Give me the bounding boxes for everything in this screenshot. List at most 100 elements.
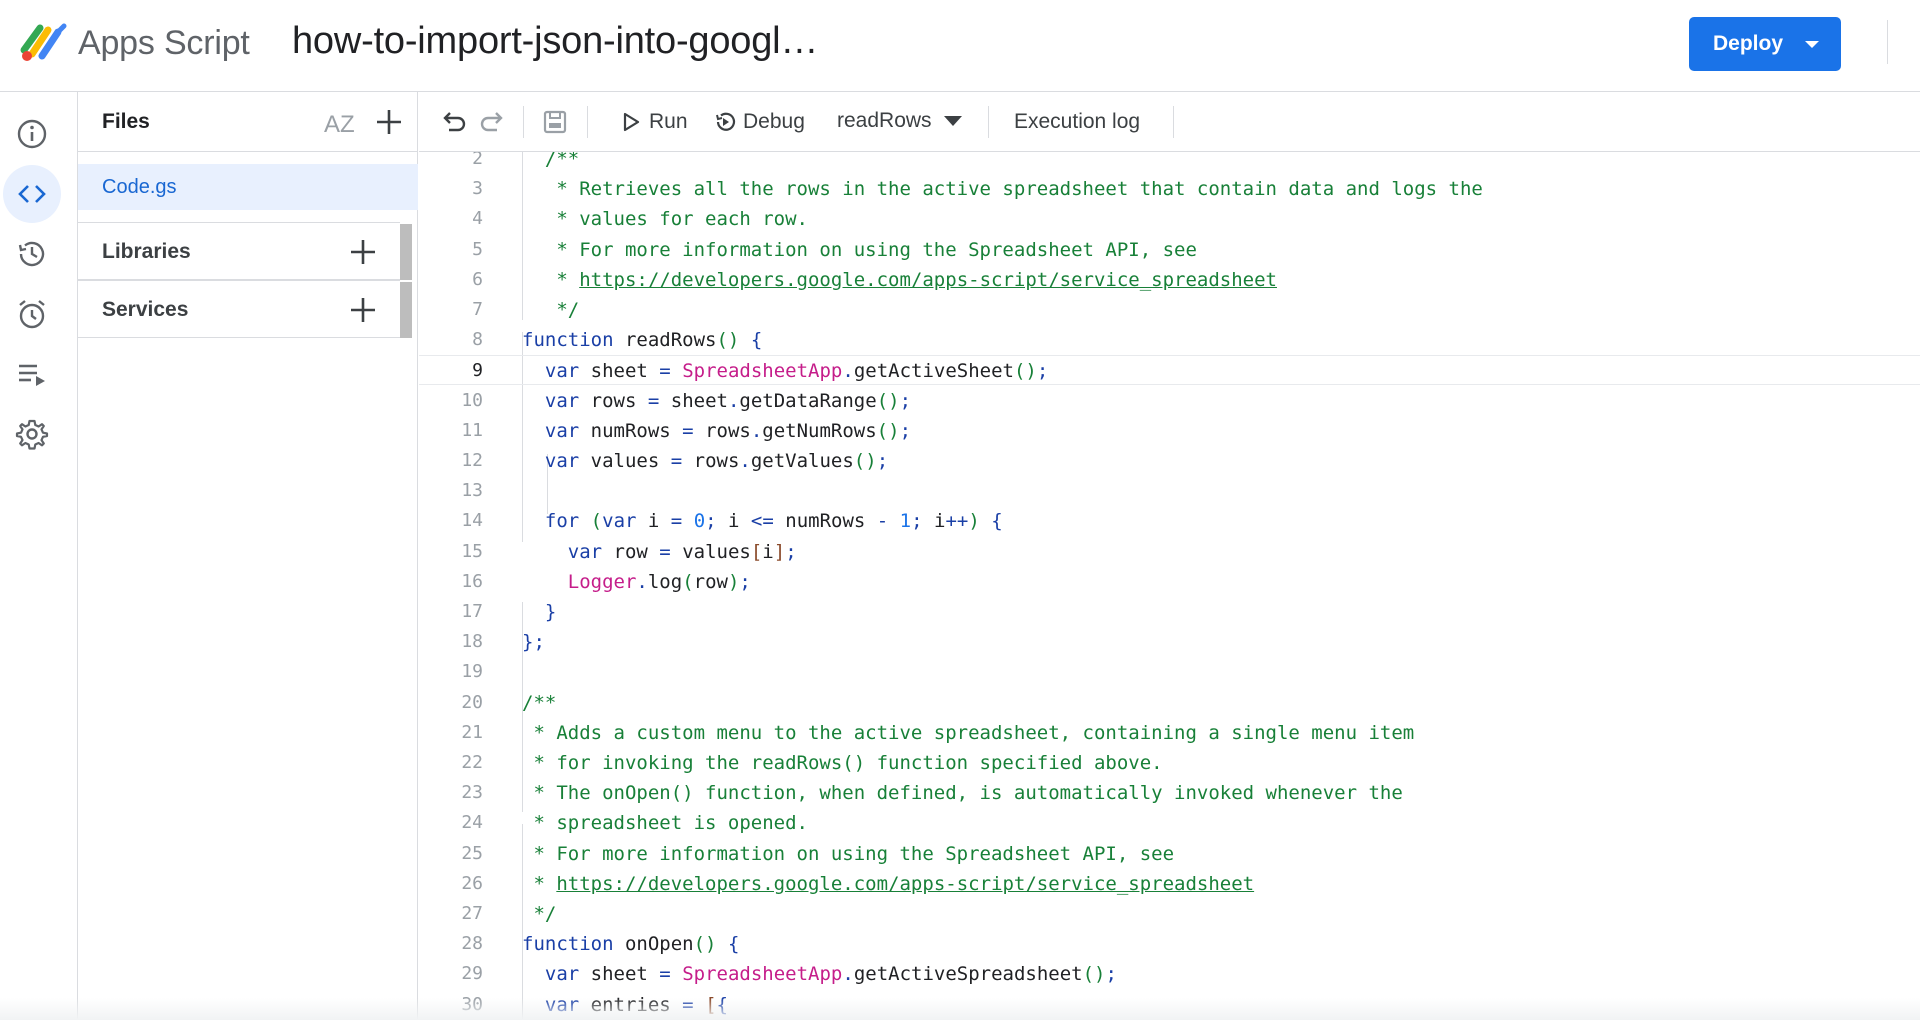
code-line[interactable]: 13 — [419, 476, 1920, 506]
code-line[interactable]: 8function readRows() { — [419, 325, 1920, 355]
code-line[interactable]: 20 /** — [419, 688, 1920, 718]
run-button[interactable]: Run — [619, 106, 688, 138]
code-line[interactable]: 15 var row = values[i]; — [419, 537, 1920, 567]
toolbar-divider — [523, 106, 524, 138]
code-line[interactable]: 28function onOpen() { — [419, 929, 1920, 959]
code-line[interactable]: 23 * The onOpen() function, when defined… — [419, 778, 1920, 808]
code-line[interactable]: 9 var sheet = SpreadsheetApp.getActiveSh… — [419, 355, 1920, 385]
add-library-icon[interactable] — [348, 237, 378, 267]
code-line[interactable]: 27 */ — [419, 899, 1920, 929]
line-number: 10 — [419, 386, 483, 416]
line-number: 9 — [419, 356, 483, 386]
line-number: 19 — [419, 657, 483, 687]
add-file-icon[interactable] — [374, 107, 404, 137]
code-line[interactable]: 18}; — [419, 627, 1920, 657]
app-name[interactable]: Apps Script — [78, 24, 250, 63]
add-service-icon[interactable] — [348, 295, 378, 325]
deploy-button[interactable]: Deploy — [1689, 17, 1841, 71]
rail-item-triggers[interactable] — [3, 285, 61, 343]
rail-item-editor[interactable] — [3, 165, 61, 223]
line-code: * for invoking the readRows() function s… — [522, 748, 1163, 778]
files-title: Files — [102, 110, 150, 134]
files-panel: Files AZ Code.gs Libraries Services — [78, 92, 418, 1020]
code-line[interactable]: 3 * Retrieves all the rows in the active… — [419, 174, 1920, 204]
function-select[interactable]: readRows — [837, 109, 962, 133]
code-line[interactable]: 7 */ — [419, 295, 1920, 325]
rail-item-overview[interactable] — [3, 105, 61, 163]
code-line[interactable]: 22 * for invoking the readRows() functio… — [419, 748, 1920, 778]
apps-script-logo[interactable] — [18, 20, 70, 64]
libraries-section: Libraries — [78, 222, 400, 280]
debug-button[interactable]: Debug — [713, 106, 805, 138]
line-number: 11 — [419, 416, 483, 446]
code-line[interactable]: 16 Logger.log(row); — [419, 567, 1920, 597]
app-header: Apps Script how-to-import-json-into-goog… — [0, 0, 1920, 92]
run-label: Run — [649, 110, 688, 134]
line-code: */ — [522, 899, 556, 929]
debug-label: Debug — [743, 110, 805, 134]
code-line[interactable]: 17 } — [419, 597, 1920, 627]
line-number: 8 — [419, 325, 483, 355]
line-number: 29 — [419, 959, 483, 989]
save-icon[interactable] — [539, 106, 571, 138]
project-title[interactable]: how-to-import-json-into-googl… — [292, 20, 818, 63]
line-code: /** — [522, 688, 556, 718]
line-code: var row = values[i]; — [522, 537, 797, 567]
line-number: 21 — [419, 718, 483, 748]
services-title: Services — [102, 298, 188, 322]
toolbar-divider — [988, 106, 989, 138]
code-line[interactable]: 12 var values = rows.getValues(); — [419, 446, 1920, 476]
line-number: 14 — [419, 506, 483, 536]
line-code: for (var i = 0; i <= numRows - 1; i++) { — [522, 506, 1003, 536]
code-icon — [15, 177, 49, 211]
undo-icon[interactable] — [437, 106, 469, 138]
execution-log-button[interactable]: Execution log — [1014, 106, 1140, 138]
deploy-label: Deploy — [1713, 32, 1783, 56]
line-number: 20 — [419, 688, 483, 718]
redo-icon[interactable] — [477, 106, 509, 138]
line-number: 12 — [419, 446, 483, 476]
libraries-scrollbar[interactable] — [400, 224, 412, 280]
rail-item-executions[interactable] — [3, 345, 61, 403]
code-line[interactable]: 4 * values for each row. — [419, 204, 1920, 234]
code-line[interactable]: 19 — [419, 657, 1920, 687]
rail-item-history[interactable] — [3, 225, 61, 283]
line-number: 16 — [419, 567, 483, 597]
code-line[interactable]: 24 * spreadsheet is opened. — [419, 808, 1920, 838]
line-number: 3 — [419, 174, 483, 204]
code-line[interactable]: 6 * https://developers.google.com/apps-s… — [419, 265, 1920, 295]
line-number: 18 — [419, 627, 483, 657]
execution-log-label: Execution log — [1014, 110, 1140, 134]
line-number: 5 — [419, 235, 483, 265]
code-line[interactable]: 10 var rows = sheet.getDataRange(); — [419, 386, 1920, 416]
line-code: * For more information on using the Spre… — [522, 235, 1197, 265]
gear-icon — [15, 417, 49, 451]
line-code: function onOpen() { — [522, 929, 739, 959]
header-divider — [1887, 20, 1888, 64]
code-line[interactable]: 26 * https://developers.google.com/apps-… — [419, 869, 1920, 899]
sort-az-icon[interactable]: AZ — [322, 106, 358, 138]
line-code: }; — [522, 627, 545, 657]
code-line[interactable]: 2 /** — [419, 152, 1920, 174]
code-line[interactable]: 25 * For more information on using the S… — [419, 839, 1920, 869]
line-number: 26 — [419, 869, 483, 899]
line-number: 7 — [419, 295, 483, 325]
code-line[interactable]: 14 for (var i = 0; i <= numRows - 1; i++… — [419, 506, 1920, 536]
code-line[interactable]: 29 var sheet = SpreadsheetApp.getActiveS… — [419, 959, 1920, 989]
code-editor[interactable]: 2 /**3 * Retrieves all the rows in the a… — [419, 152, 1920, 1020]
line-number: 27 — [419, 899, 483, 929]
line-code: * Adds a custom menu to the active sprea… — [522, 718, 1414, 748]
code-line[interactable]: 5 * For more information on using the Sp… — [419, 235, 1920, 265]
code-line[interactable]: 21 * Adds a custom menu to the active sp… — [419, 718, 1920, 748]
file-item-code-gs[interactable]: Code.gs — [78, 164, 418, 210]
services-scrollbar[interactable] — [400, 282, 412, 338]
line-code: var sheet = SpreadsheetApp.getActiveShee… — [522, 356, 1048, 386]
line-code: } — [522, 597, 556, 627]
line-number: 17 — [419, 597, 483, 627]
code-line[interactable]: 11 var numRows = rows.getNumRows(); — [419, 416, 1920, 446]
svg-text:AZ: AZ — [324, 111, 355, 138]
services-section: Services — [78, 280, 400, 338]
line-code: * The onOpen() function, when defined, i… — [522, 778, 1403, 808]
chevron-down-icon — [1805, 41, 1819, 48]
rail-item-settings[interactable] — [3, 405, 61, 463]
